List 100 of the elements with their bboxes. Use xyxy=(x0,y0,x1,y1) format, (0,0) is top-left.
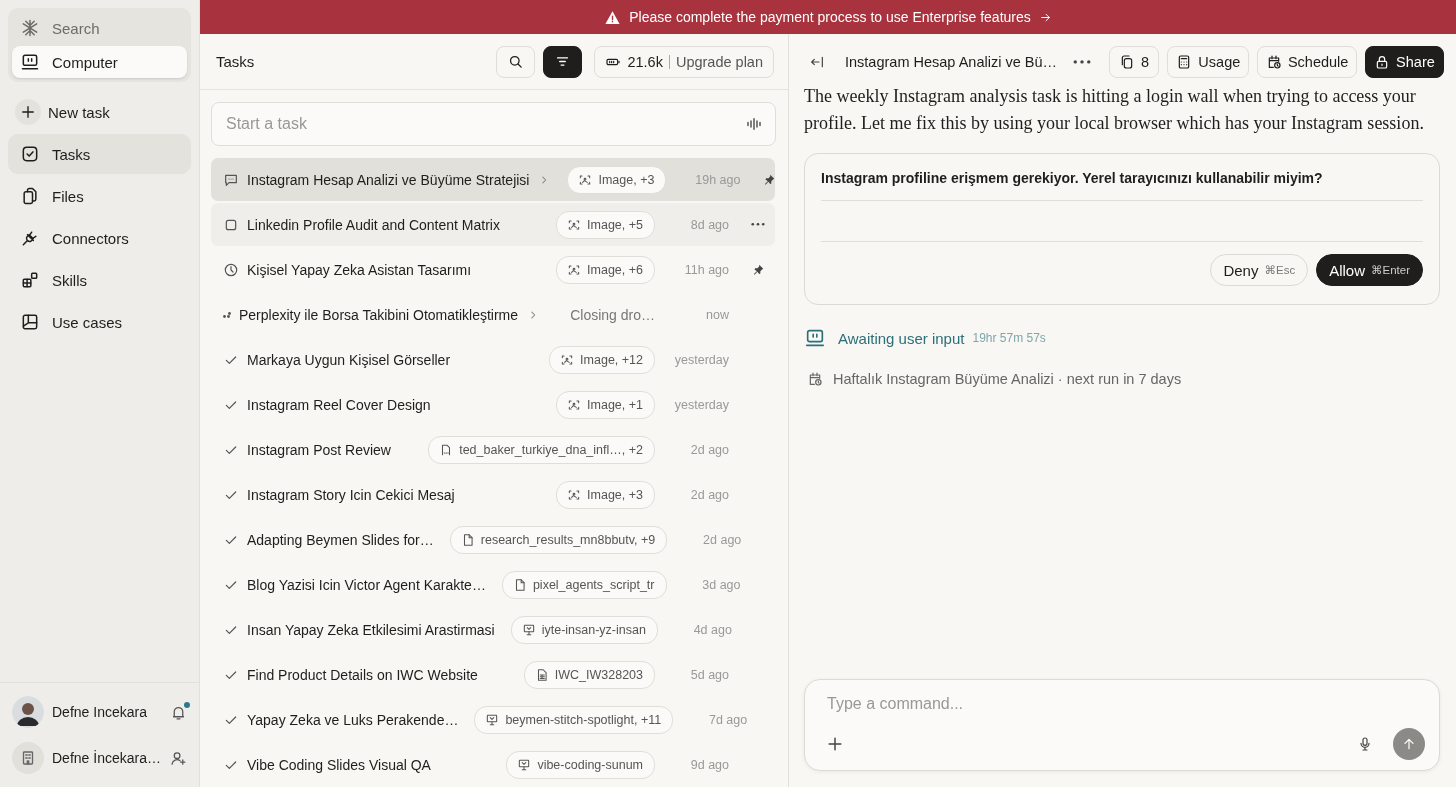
task-row[interactable]: Kişisel Yapay Zeka Asistan Tasarımı Image, +6 11h ago xyxy=(211,248,775,291)
sidebar-item[interactable]: Files xyxy=(8,176,191,216)
toolbar-button[interactable]: Schedule xyxy=(1257,45,1357,78)
task-time: 5d ago xyxy=(689,667,729,682)
presentation-icon xyxy=(521,622,536,637)
check-square-icon xyxy=(20,144,40,164)
allow-button[interactable]: Allow ⌘Enter xyxy=(1316,254,1423,286)
task-time: 19h ago xyxy=(694,172,741,187)
blocks-icon xyxy=(20,270,40,290)
sidebar-item[interactable]: Tasks xyxy=(8,134,191,174)
clock-icon xyxy=(223,261,239,278)
task-title: Instagram Reel Cover Design xyxy=(247,396,431,413)
sidebar-item[interactable]: New task xyxy=(8,92,191,132)
plug-icon xyxy=(20,228,40,248)
task-field[interactable]: Start a task xyxy=(211,102,776,146)
attachment-chip[interactable]: Image, +5 xyxy=(556,210,655,239)
attachment-chip[interactable]: Image, +6 xyxy=(556,255,655,284)
attachment-chip[interactable]: Image, +3 xyxy=(567,165,667,194)
filter-button[interactable] xyxy=(543,45,583,78)
task-title: Perplexity ile Borsa Takibini Otomatikleştirme xyxy=(239,306,519,323)
attachment-chip[interactable]: Image, +3 xyxy=(556,480,655,509)
account-name: Defne Incekara xyxy=(52,704,148,720)
more-button[interactable] xyxy=(1072,59,1091,64)
task-row[interactable]: Adapting Beymen Slides for… research_results_mn8bbutv, +9 2d ago xyxy=(211,518,775,561)
more-icon[interactable] xyxy=(751,223,765,226)
avatar[interactable] xyxy=(12,696,44,728)
task-time: yesterday xyxy=(673,352,729,367)
sidebar-item[interactable]: Use cases xyxy=(8,302,191,342)
payment-banner[interactable]: Please complete the payment process to use Enterprise features xyxy=(200,0,1456,34)
asterisk-logo-icon xyxy=(20,18,40,38)
task-row[interactable]: Instagram Reel Cover Design Image, +1 yesterday xyxy=(211,383,775,426)
search-icon xyxy=(507,53,525,70)
task-time: 8d ago xyxy=(689,217,729,232)
toolbar-button[interactable]: Usage xyxy=(1167,45,1250,78)
task-title: Instagram Post Review xyxy=(247,441,391,458)
deny-button[interactable]: Deny ⌘Esc xyxy=(1210,254,1309,286)
send-button[interactable] xyxy=(1393,728,1425,760)
arrow-up-icon xyxy=(1401,736,1417,752)
attachment-chip[interactable]: pixel_agents_script_tr xyxy=(501,570,667,599)
mode-tab[interactable]: Computer xyxy=(12,46,187,78)
attachment-chip[interactable]: IWC_IW328203 xyxy=(523,660,655,689)
task-title: Kişisel Yapay Zeka Asistan Tasarımı xyxy=(247,261,472,278)
task-row[interactable]: Instagram Hesap Analizi ve Büyüme Stratejisi Image, +3 19h ago xyxy=(211,158,775,201)
task-row[interactable]: Insan Yapay Zeka Etkilesimi Arastirmasi iyte-insan-yz-insan 4d ago xyxy=(211,608,775,651)
task-row[interactable]: Vibe Coding Slides Visual QA vibe-coding-sunum 9d ago xyxy=(211,743,775,786)
task-row[interactable]: Markaya Uygun Kişisel Görseller Image, +12 yesterday xyxy=(211,338,775,381)
pin-icon[interactable] xyxy=(751,262,765,277)
task-time: 4d ago xyxy=(692,622,732,637)
task-time: 3d ago xyxy=(701,577,741,592)
attachment-chip[interactable]: Image, +12 xyxy=(549,345,655,374)
task-title: Instagram Story Icin Cekici Mesaj xyxy=(247,486,455,503)
toolbar-button[interactable]: Share xyxy=(1364,45,1444,78)
task-title: Insan Yapay Zeka Etkilesimi Arastirmasi xyxy=(247,621,495,638)
waveform-icon xyxy=(745,115,763,133)
task-time: 7d ago xyxy=(707,712,748,727)
image-icon xyxy=(560,352,575,367)
image-icon xyxy=(567,487,582,502)
copies-button[interactable]: 8 xyxy=(1108,45,1160,78)
task-title: Linkedin Profile Audit and Content Matrix xyxy=(247,216,500,233)
task-row[interactable]: Linkedin Profile Audit and Content Matrix Image, +5 8d ago xyxy=(211,203,775,246)
attachment-chip[interactable]: ted_baker_turkiye_dna_infl…, +2 xyxy=(428,435,655,464)
task-row[interactable]: Instagram Story Icin Cekici Mesaj Image, +3 2d ago xyxy=(211,473,775,516)
account-name: Defne İncekara… xyxy=(52,750,162,766)
mode-tab[interactable]: Search xyxy=(12,12,187,44)
task-row[interactable]: Yapay Zeka ve Luks Perakende… beymen-stitch-spotlight, +11 7d ago xyxy=(211,698,775,741)
sidebar-item[interactable]: Skills xyxy=(8,260,191,300)
task-row[interactable]: Find Product Details on IWC Website IWC_IW328203 5d ago xyxy=(211,653,775,696)
panel-title: Tasks xyxy=(216,53,256,70)
upgrade-plan-button[interactable]: 21.6k Upgrade plan xyxy=(594,45,774,78)
search-button[interactable] xyxy=(496,45,536,78)
task-input[interactable]: Start a task xyxy=(224,114,745,134)
task-title: Markaya Uygun Kişisel Görseller xyxy=(247,351,451,368)
task-row[interactable]: Blog Yazisi Icin Victor Agent Karakte… pixel_agents_script_tr 3d ago xyxy=(211,563,775,606)
status-text: Awaiting user input xyxy=(838,329,965,347)
task-time: 11h ago xyxy=(683,262,729,277)
task-time: 2d ago xyxy=(689,442,729,457)
image-icon xyxy=(567,262,582,277)
panel-icon xyxy=(20,312,40,332)
task-time: 2d ago xyxy=(702,532,742,547)
attachment-chip[interactable]: iyte-insan-yz-insan xyxy=(510,615,658,644)
task-title: Instagram Hesap Analizi ve Büyüme Stratejisi xyxy=(247,171,530,188)
pin-icon[interactable] xyxy=(762,172,777,187)
task-row[interactable]: Perplexity ile Borsa Takibini Otomatikleştirme Closing dro… now xyxy=(211,293,775,336)
workspace-avatar[interactable] xyxy=(12,742,44,774)
attachment-chip[interactable]: vibe-coding-sunum xyxy=(506,750,655,779)
sidebar-item[interactable]: Connectors xyxy=(8,218,191,258)
attachment-chip[interactable]: Image, +1 xyxy=(556,390,655,419)
warning-icon xyxy=(604,8,622,26)
attachment-chip[interactable]: beymen-stitch-spotlight, +11 xyxy=(474,705,674,734)
attachment-chip[interactable]: research_results_mn8bbutv, +9 xyxy=(449,525,668,554)
calendar-icon xyxy=(807,371,823,387)
dots-icon xyxy=(223,311,231,318)
image-icon xyxy=(567,397,582,412)
presentation-icon xyxy=(517,757,532,772)
mic-button[interactable] xyxy=(1357,736,1373,752)
task-row[interactable]: Instagram Post Review ted_baker_turkiye_dna_infl…, +2 2d ago xyxy=(211,428,775,471)
monitor-icon xyxy=(20,52,40,72)
command-box[interactable]: Type a command... xyxy=(804,679,1440,771)
command-input[interactable]: Type a command... xyxy=(825,690,1425,718)
microphone-icon xyxy=(1357,736,1373,752)
